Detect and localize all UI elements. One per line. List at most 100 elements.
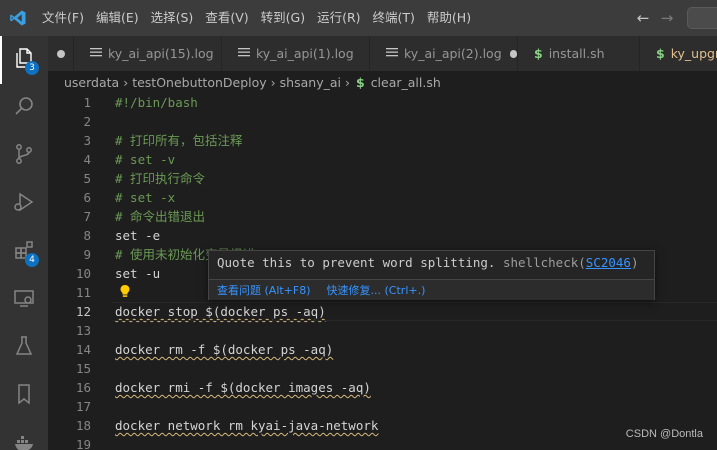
nav-controls: ← →: [631, 0, 717, 36]
menu-terminal[interactable]: 终端(T): [367, 0, 421, 36]
list-file-icon: [386, 46, 398, 61]
line-number: 2: [83, 114, 91, 129]
line-code: # set -v: [115, 152, 176, 167]
line-number: 11: [75, 285, 91, 300]
code-line[interactable]: 7 # 命令出错退出: [48, 207, 717, 226]
docker-button[interactable]: [0, 420, 48, 450]
code-line[interactable]: 2: [48, 112, 717, 131]
line-number: 4: [83, 152, 91, 167]
line-code: docker rmi -f $(docker images -aq): [115, 380, 371, 395]
code-line[interactable]: 12 docker stop $(docker ps -aq): [48, 302, 717, 321]
breadcrumb-item[interactable]: shsany_ai: [280, 75, 341, 90]
chevron-right-icon: ›: [344, 74, 350, 90]
search-button[interactable]: [0, 84, 48, 132]
bookmarks-button[interactable]: [0, 372, 48, 420]
line-number: 13: [75, 323, 91, 338]
back-arrow-icon[interactable]: ←: [631, 9, 655, 27]
menu-go[interactable]: 转到(G): [255, 0, 311, 36]
code-line[interactable]: 15: [48, 359, 717, 378]
hover-message: Quote this to prevent word splitting. sh…: [217, 255, 638, 270]
line-code: # set -x: [115, 190, 176, 205]
breadcrumb-item[interactable]: testOnebuttonDeploy: [132, 75, 266, 90]
breadcrumb: userdata › testOnebuttonDeploy › shsany_…: [48, 71, 717, 93]
menu-help[interactable]: 帮助(H): [421, 0, 477, 36]
tab-label: ky_ai_api(2).log: [404, 46, 502, 61]
tab-log-15[interactable]: ky_ai_api(15).log: [74, 36, 222, 71]
code-line[interactable]: 13: [48, 321, 717, 340]
shell-dollar-icon: $: [656, 46, 665, 61]
tab-log-1[interactable]: ky_ai_api(1).log: [222, 36, 370, 71]
tab-label: ky_ai_api(15).log: [108, 46, 214, 61]
tab-label: install.sh: [548, 46, 605, 61]
chevron-right-icon: ›: [270, 74, 276, 90]
tab-log-2[interactable]: ky_ai_api(2).log: [370, 36, 518, 71]
breadcrumb-file[interactable]: clear_all.sh: [371, 75, 441, 90]
lightbulb-icon[interactable]: [118, 283, 132, 297]
code-line[interactable]: 6 # set -x: [48, 188, 717, 207]
remote-explorer-button[interactable]: [0, 276, 48, 324]
vscode-logo-icon: [0, 0, 36, 36]
line-number: 1: [83, 95, 91, 110]
code-line[interactable]: 5 # 打印执行命令: [48, 169, 717, 188]
code-line[interactable]: 17: [48, 397, 717, 416]
line-code: # 命令出错退出: [115, 209, 206, 224]
tab-ky-upgr[interactable]: $ ky_upgr: [640, 36, 717, 71]
line-number: 12: [75, 304, 91, 319]
hover-rule-link[interactable]: SC2046: [586, 255, 631, 270]
line-number: 16: [75, 380, 91, 395]
code-line[interactable]: 19: [48, 435, 717, 450]
line-code: # 打印所有，包括注释: [115, 133, 243, 148]
menu-selection[interactable]: 选择(S): [145, 0, 200, 36]
line-code: docker rm -f $(docker ps -aq): [115, 342, 334, 357]
remote-explorer-icon: [12, 286, 36, 314]
explorer-button[interactable]: 3: [0, 36, 48, 84]
line-number: 14: [75, 342, 91, 357]
line-number: 9: [83, 247, 91, 262]
code-line[interactable]: 1 #!/bin/bash: [48, 93, 717, 112]
run-debug-button[interactable]: [0, 180, 48, 228]
list-file-icon: [90, 46, 102, 61]
activity-bar: 3 4: [0, 36, 48, 450]
hover-source-end: ): [630, 255, 639, 270]
code-line[interactable]: 16 docker rmi -f $(docker images -aq): [48, 378, 717, 397]
code-line[interactable]: 8 set -e: [48, 226, 717, 245]
watermark: CSDN @Dontla: [625, 428, 703, 440]
menu-bar: 文件(F) 编辑(E) 选择(S) 查看(V) 转到(G) 运行(R) 终端(T…: [36, 0, 477, 36]
breadcrumb-item[interactable]: userdata: [64, 75, 119, 90]
code-line[interactable]: 3 # 打印所有，包括注释: [48, 131, 717, 150]
line-number: 7: [83, 209, 91, 224]
line-code: # 打印执行命令: [115, 171, 206, 186]
menu-view[interactable]: 查看(V): [199, 0, 254, 36]
shell-dollar-icon: $: [355, 74, 365, 90]
tab-dot-spacer[interactable]: [48, 36, 74, 71]
forward-arrow-icon[interactable]: →: [655, 9, 679, 27]
hover-actions: 查看问题 (Alt+F8) 快速修复... (Ctrl+.): [209, 279, 654, 300]
code-line[interactable]: 14 docker rm -f $(docker ps -aq): [48, 340, 717, 359]
lint-hover-popup: Quote this to prevent word splitting. sh…: [208, 250, 655, 300]
line-number: 8: [83, 228, 91, 243]
command-center-search[interactable]: [687, 7, 717, 29]
line-code: set -e: [115, 228, 161, 243]
hover-message-text: Quote this to prevent word splitting.: [217, 255, 496, 270]
code-line[interactable]: 18 docker network rm kyai-java-network: [48, 416, 717, 435]
line-number: 3: [83, 133, 91, 148]
unsaved-dot-icon: [56, 49, 65, 58]
chevron-right-icon: ›: [123, 74, 129, 90]
menu-edit[interactable]: 编辑(E): [90, 0, 145, 36]
line-code: #!/bin/bash: [115, 95, 198, 110]
view-problem-link[interactable]: 查看问题 (Alt+F8): [217, 282, 311, 298]
line-number: 17: [75, 399, 91, 414]
shell-dollar-icon: $: [534, 46, 543, 61]
menu-file[interactable]: 文件(F): [36, 0, 90, 36]
extensions-badge: 4: [25, 253, 39, 267]
menu-run[interactable]: 运行(R): [311, 0, 366, 36]
line-code: docker stop $(docker ps -aq): [115, 304, 326, 319]
testing-button[interactable]: [0, 324, 48, 372]
source-control-button[interactable]: [0, 132, 48, 180]
title-bar: 文件(F) 编辑(E) 选择(S) 查看(V) 转到(G) 运行(R) 终端(T…: [0, 0, 717, 36]
quick-fix-link[interactable]: 快速修复... (Ctrl+.): [327, 282, 426, 298]
unsaved-dot-icon[interactable]: [509, 49, 517, 58]
tab-install-sh[interactable]: $ install.sh: [518, 36, 640, 71]
extensions-button[interactable]: 4: [0, 228, 48, 276]
code-line[interactable]: 4 # set -v: [48, 150, 717, 169]
